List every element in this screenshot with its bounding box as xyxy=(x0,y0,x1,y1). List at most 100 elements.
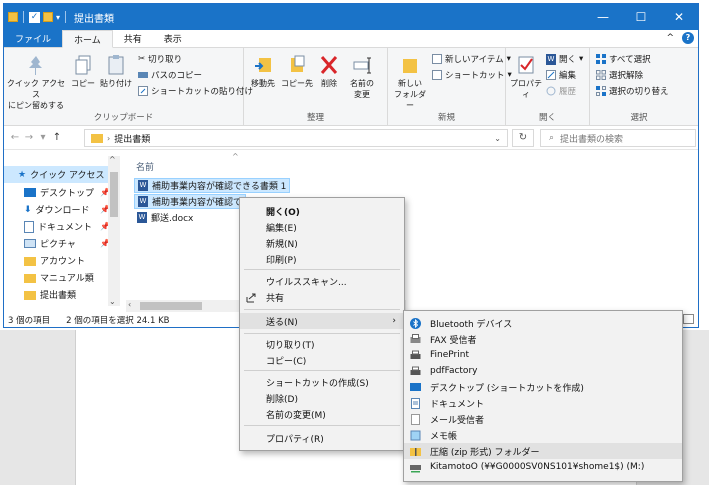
file-row[interactable]: W 補助事業内容が確認できる書類 1 xyxy=(134,178,291,193)
forward-arrow-icon[interactable]: → xyxy=(22,132,36,143)
tab-file[interactable]: ファイル xyxy=(4,30,63,47)
scroll-left-icon[interactable]: ‹ xyxy=(128,300,131,309)
tab-view[interactable]: 表示 xyxy=(153,30,193,47)
new-folder-button[interactable]: 新しい フォルダー xyxy=(392,54,428,111)
column-header-name[interactable]: 名前 xyxy=(136,160,154,173)
horizontal-scrollbar-thumb[interactable] xyxy=(140,302,202,310)
menu-item-share[interactable]: 共有 xyxy=(240,289,404,305)
menu-item-cut[interactable]: 切り取り(T) xyxy=(240,336,404,352)
pin-quick-access-button[interactable]: クイック アクセス にピン留めする xyxy=(6,54,66,111)
refresh-button[interactable]: ↻ xyxy=(512,129,534,147)
delete-button[interactable]: 削除 xyxy=(316,54,342,89)
address-bar[interactable]: › 提出書類 ⌄ xyxy=(84,129,508,147)
menu-item-edit[interactable]: 編集(E) xyxy=(240,219,404,235)
help-icon[interactable]: ? xyxy=(682,32,694,44)
customize-dropdown-icon[interactable]: ▾ xyxy=(56,13,60,22)
menu-item-create-shortcut[interactable]: ショートカットの作成(S) xyxy=(240,374,404,390)
select-none-button[interactable]: 選択解除 xyxy=(596,69,643,81)
search-input[interactable]: ⌕ 提出書類の検索 xyxy=(540,129,696,147)
cut-button[interactable]: ✂ 切り取り xyxy=(138,53,182,65)
menu-separator xyxy=(244,333,400,334)
send-to-fax[interactable]: FAX 受信者 xyxy=(404,331,682,347)
new-folder-icon[interactable] xyxy=(43,12,53,22)
nav-scrollbar-thumb[interactable] xyxy=(110,172,118,217)
move-to-button[interactable]: 移動先 xyxy=(248,54,278,89)
rename-button[interactable]: 名前の 変更 xyxy=(344,54,380,100)
folder-icon xyxy=(24,256,36,266)
paste-icon xyxy=(108,55,124,75)
up-arrow-icon[interactable]: ↑ xyxy=(50,132,64,143)
nav-scrollbar[interactable]: ^ ⌄ xyxy=(108,155,120,306)
menu-item-properties[interactable]: プロパティ(R) xyxy=(240,430,404,446)
search-placeholder: 提出書類の検索 xyxy=(560,134,624,145)
maximize-button[interactable]: ☐ xyxy=(622,4,660,30)
nav-item-pictures[interactable]: ピクチャ 📌 xyxy=(4,235,118,252)
tab-share[interactable]: 共有 xyxy=(113,30,153,47)
nav-item-downloads[interactable]: ⬇ ダウンロード 📌 xyxy=(4,201,118,218)
select-all-button[interactable]: すべて選択 xyxy=(596,53,651,65)
nav-item-submission-docs[interactable]: 提出書類 xyxy=(4,286,118,303)
send-to-desktop[interactable]: デスクトップ (ショートカットを作成) xyxy=(404,379,682,395)
menu-separator xyxy=(244,309,400,310)
nav-item-desktop[interactable]: デスクトップ 📌 xyxy=(4,184,118,201)
large-icons-view-icon[interactable] xyxy=(683,314,694,324)
nav-item-quick-access[interactable]: ★ クイック アクセス xyxy=(4,166,118,183)
collapse-ribbon-icon[interactable]: ^ xyxy=(666,33,674,43)
nav-item-documents[interactable]: ドキュメント 📌 xyxy=(4,218,118,235)
menu-item-new[interactable]: 新規(N) xyxy=(240,235,404,251)
move-to-icon xyxy=(255,58,271,72)
send-to-notepad[interactable]: メモ帳 xyxy=(404,427,682,443)
notepad-icon xyxy=(410,430,421,440)
scroll-down-icon[interactable]: ⌄ xyxy=(109,297,116,306)
file-list: ^ 名前 W 補助事業内容が確認できる書類 1 W 補助事業内容が確認で W 郵… xyxy=(126,152,696,312)
send-to-network-drive[interactable]: KitamotoO (¥¥G0000SV0NS101¥shome1$) (M:) xyxy=(404,459,682,475)
send-to-bluetooth[interactable]: Bluetooth デバイス xyxy=(404,315,682,331)
navigation-pane: ★ クイック アクセス デスクトップ 📌 ⬇ ダウンロード 📌 ドキュメント 📌… xyxy=(4,152,122,312)
open-button[interactable]: W 開く ▾ xyxy=(546,53,583,65)
copy-icon xyxy=(75,55,91,75)
menu-item-copy[interactable]: コピー(C) xyxy=(240,352,404,368)
nav-item-account[interactable]: アカウント xyxy=(4,252,118,269)
desktop-icon xyxy=(24,188,36,197)
copy-to-button[interactable]: コピー先 xyxy=(280,54,314,89)
document-icon xyxy=(24,220,34,233)
menu-item-delete[interactable]: 削除(D) xyxy=(240,390,404,406)
menu-item-open[interactable]: 開く(O) xyxy=(240,203,404,219)
address-dropdown-icon[interactable]: ⌄ xyxy=(494,134,501,143)
minimize-button[interactable]: — xyxy=(584,4,622,30)
nav-item-manuals[interactable]: マニュアル類 xyxy=(4,269,118,286)
menu-item-print[interactable]: 印刷(P) xyxy=(240,251,404,267)
recent-dropdown-icon[interactable]: ▾ xyxy=(36,132,50,143)
invert-selection-button[interactable]: 選択の切り替え xyxy=(596,85,669,97)
close-button[interactable]: ✕ xyxy=(660,4,698,30)
file-row[interactable]: W 郵送.docx xyxy=(134,210,196,225)
back-arrow-icon[interactable]: ← xyxy=(8,132,22,143)
new-item-button[interactable]: 新しいアイテム ▾ xyxy=(432,53,511,65)
menu-separator xyxy=(244,425,400,426)
breadcrumb-current[interactable]: 提出書類 xyxy=(114,132,150,145)
scroll-up-icon[interactable]: ^ xyxy=(109,155,116,164)
history-button[interactable]: 履歴 xyxy=(546,85,576,97)
checkmark-icon[interactable]: ✓ xyxy=(29,11,40,23)
tab-home[interactable]: ホーム xyxy=(62,30,113,48)
paste-button[interactable]: 貼り付け xyxy=(98,54,134,89)
copy-button[interactable]: コピー xyxy=(70,54,96,89)
send-to-fineprint[interactable]: FinePrint xyxy=(404,347,682,363)
send-to-zip-folder[interactable]: 圧縮 (zip 形式) フォルダー xyxy=(404,443,682,459)
paste-shortcut-button[interactable]: ショートカットの貼り付け xyxy=(138,85,253,97)
printer-icon xyxy=(410,366,421,375)
pictures-icon xyxy=(24,239,36,248)
file-row[interactable]: W 補助事業内容が確認で xyxy=(134,194,247,209)
copy-path-button[interactable]: パスのコピー xyxy=(138,69,202,81)
ribbon-group-select: すべて選択 選択解除 選択の切り替え 選択 xyxy=(590,48,688,125)
menu-item-virus-scan[interactable]: ウイルススキャン... xyxy=(240,273,404,289)
send-to-documents[interactable]: ドキュメント xyxy=(404,395,682,411)
menu-item-send-to[interactable]: 送る(N) › xyxy=(240,313,404,329)
edit-button[interactable]: 編集 xyxy=(546,69,576,81)
properties-button[interactable]: プロパティ xyxy=(508,54,544,100)
easy-access-button[interactable]: ショートカット ▾ xyxy=(432,69,512,81)
send-to-pdffactory[interactable]: pdfFactory xyxy=(404,363,682,379)
menu-item-rename[interactable]: 名前の変更(M) xyxy=(240,406,404,422)
folder-icon xyxy=(403,59,417,73)
send-to-mail-recipient[interactable]: メール受信者 xyxy=(404,411,682,427)
